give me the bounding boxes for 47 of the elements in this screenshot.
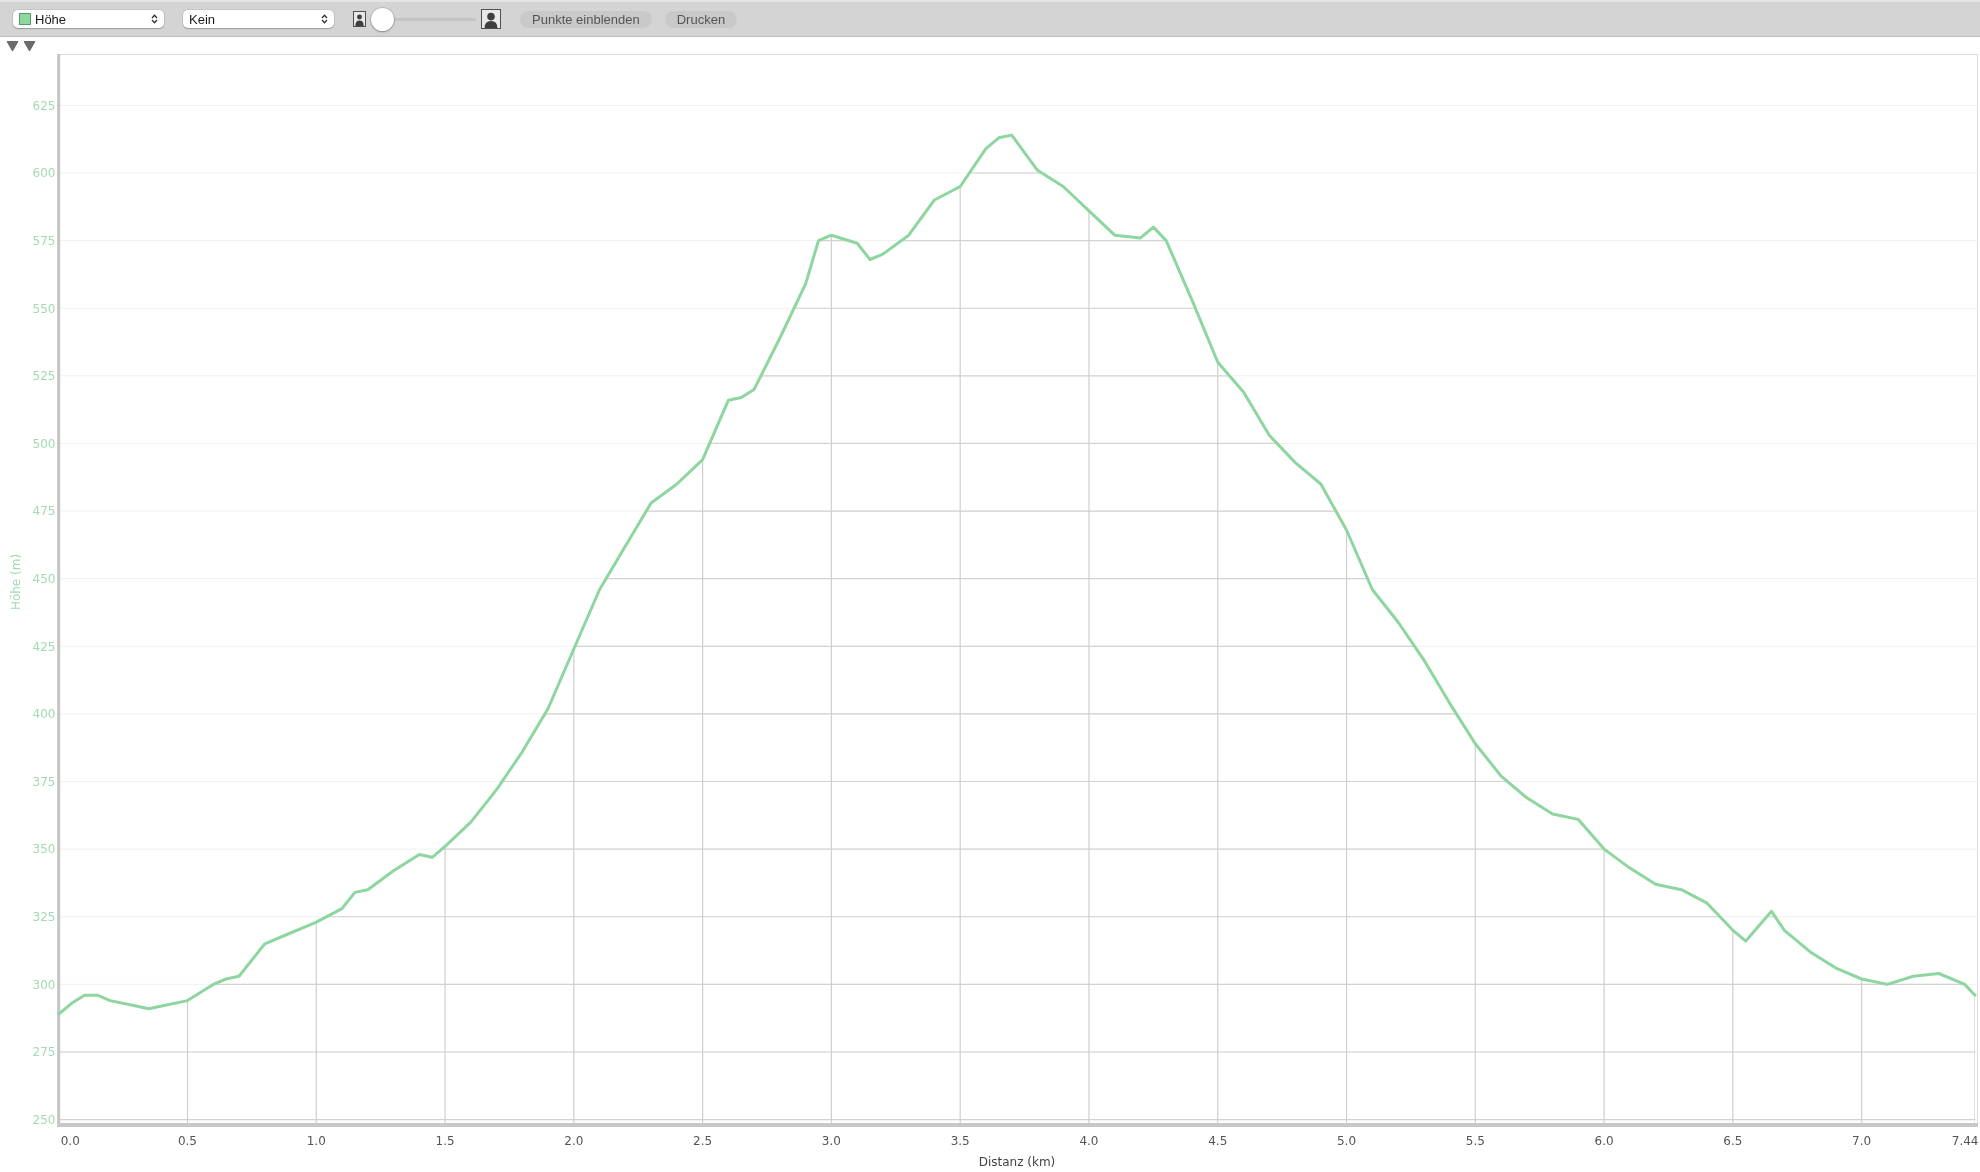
x-tick-label: 6.5: [1723, 1133, 1743, 1148]
x-tick-label: 7.0: [1852, 1133, 1872, 1148]
dropdown[interactable]: Höhe: [13, 10, 164, 28]
portrait-icon[interactable]: [353, 11, 366, 27]
y-tick-label: 575: [32, 233, 56, 248]
y-tick-label: 525: [32, 369, 56, 384]
x-tick-label: 7.44: [1951, 1133, 1979, 1148]
zoom-slider[interactable]: [371, 7, 476, 31]
y-tick-label: 600: [32, 166, 56, 181]
y-tick-label: 300: [32, 977, 56, 992]
x-tick-label: 6.0: [1594, 1133, 1614, 1148]
y-tick-label: 275: [32, 1045, 56, 1060]
y-tick-label: 450: [32, 572, 56, 586]
x-tick-label: 5.0: [1337, 1133, 1357, 1148]
x-axis-title: Distanz (km): [978, 1155, 1056, 1169]
portrait-icon[interactable]: [481, 9, 501, 29]
triangle-marker-icon[interactable]: [23, 40, 36, 52]
x-tick-label: 2.5: [693, 1133, 713, 1148]
y-tick-label: 425: [32, 639, 56, 654]
x-tick-label: 3.0: [821, 1133, 841, 1148]
x-tick-label: 0.5: [177, 1133, 198, 1148]
y-tick-label: 350: [32, 842, 56, 857]
x-tick-label: 2.0: [564, 1133, 584, 1148]
up-down-chevron-icon: [151, 14, 158, 24]
slider-thumb[interactable]: [371, 7, 394, 31]
color-swatch-icon: [19, 13, 31, 25]
y-tick-label: 400: [32, 707, 56, 722]
x-tick-label: 4.5: [1208, 1133, 1228, 1148]
y-tick-label: 250: [32, 1112, 56, 1127]
up-down-chevron-icon: [321, 14, 328, 24]
y-axis-title: Höhe (m): [9, 553, 23, 611]
y-tick-label: 325: [32, 910, 56, 925]
y-tick-label: 375: [32, 774, 56, 789]
toolbar-button[interactable]: Drucken: [664, 10, 738, 28]
x-tick-label: 5.5: [1465, 1133, 1485, 1148]
y-tick-label: 550: [32, 301, 56, 316]
y-tick-label: 625: [32, 98, 56, 113]
x-tick-label: 0.0: [60, 1133, 80, 1148]
x-tick-label: 3.5: [950, 1133, 970, 1148]
x-tick-label: 1.5: [435, 1133, 455, 1148]
y-tick-label: 500: [32, 436, 56, 451]
x-tick-label: 1.0: [306, 1133, 326, 1148]
triangle-marker-icon[interactable]: [6, 40, 19, 52]
y-tick-label: 475: [32, 504, 56, 519]
dropdown[interactable]: Kein: [183, 10, 334, 28]
x-tick-label: 4.0: [1079, 1133, 1099, 1148]
toolbar-button[interactable]: Punkte einblenden: [520, 10, 652, 28]
